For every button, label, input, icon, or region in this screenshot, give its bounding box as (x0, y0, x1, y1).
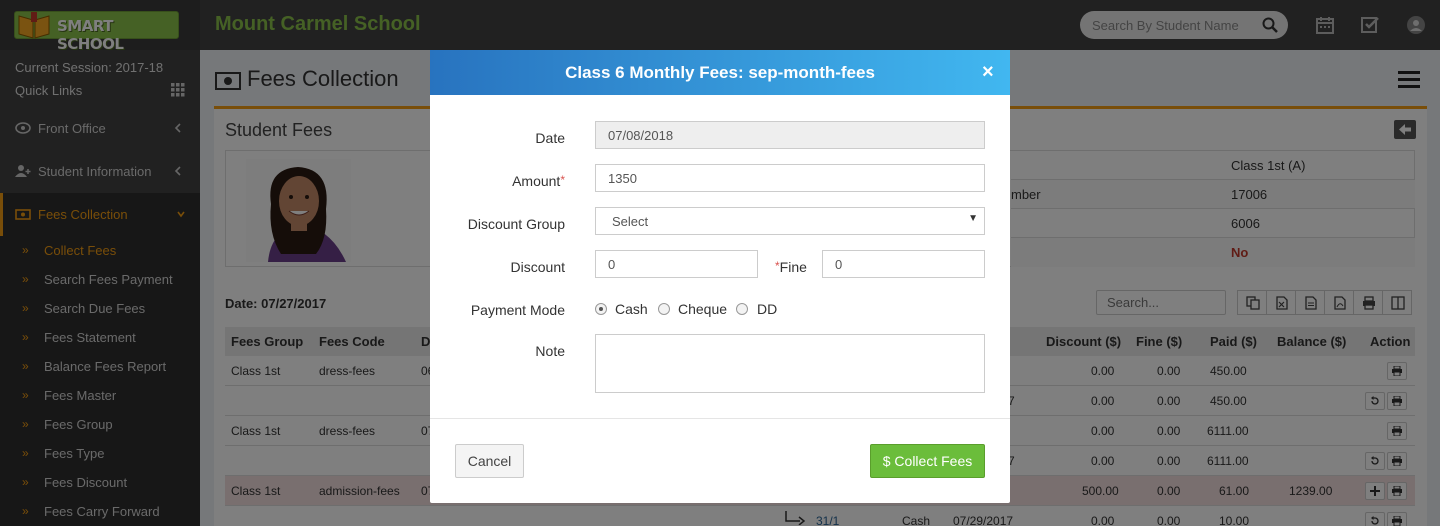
modal-title: Class 6 Monthly Fees: sep-month-fees (565, 63, 875, 82)
payment-mode-dd-label[interactable]: DD (757, 301, 777, 317)
discount-group-value: Select (612, 214, 649, 229)
payment-mode-cheque-radio[interactable] (658, 303, 670, 315)
discount-field[interactable] (595, 250, 758, 278)
note-label: Note (535, 343, 565, 359)
payment-mode-cash-label[interactable]: Cash (615, 301, 648, 317)
payment-mode-label: Payment Mode (470, 302, 565, 318)
payment-mode-cheque-label[interactable]: Cheque (678, 301, 727, 317)
modal-header: Class 6 Monthly Fees: sep-month-fees × (430, 50, 1010, 95)
cancel-button[interactable]: Cancel (455, 444, 524, 478)
note-textarea[interactable] (595, 334, 985, 393)
discount-group-select[interactable]: Select ▼ (595, 207, 985, 235)
collect-fees-button[interactable]: $ Collect Fees (870, 444, 985, 478)
modal-divider (430, 418, 1010, 419)
amount-label: Amount* (512, 173, 565, 189)
discount-label: Discount (510, 259, 565, 275)
discount-group-label: Discount Group (467, 216, 565, 232)
caret-down-icon: ▼ (968, 213, 978, 224)
close-icon[interactable]: × (982, 61, 994, 84)
fine-label: *Fine (775, 259, 807, 275)
date-field[interactable] (595, 121, 985, 149)
date-label: Date (535, 130, 565, 146)
collect-fees-modal: Class 6 Monthly Fees: sep-month-fees × D… (430, 50, 1010, 503)
payment-mode-dd-radio[interactable] (736, 303, 748, 315)
payment-mode-cash-radio[interactable] (595, 303, 607, 315)
required-mark: * (560, 173, 565, 187)
amount-field[interactable] (595, 164, 985, 192)
fine-field[interactable] (822, 250, 985, 278)
